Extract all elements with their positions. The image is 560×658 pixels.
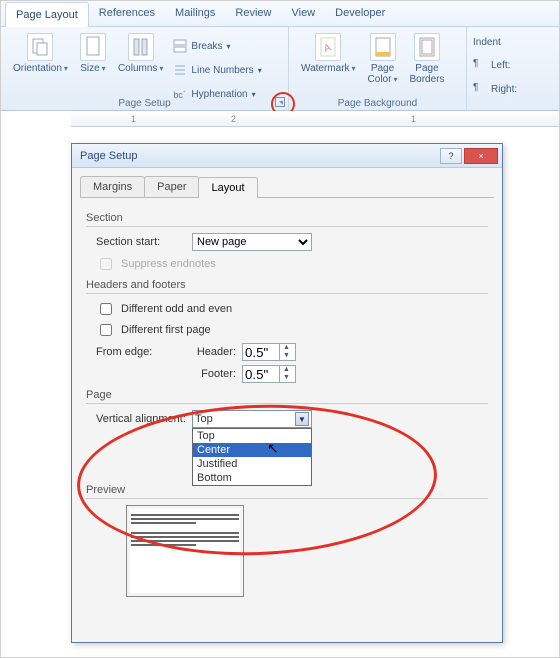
page-color-icon — [370, 33, 396, 61]
indent-left[interactable]: ¶ Left: — [473, 58, 553, 72]
diff-odd-even-label: Different odd and even — [121, 303, 232, 315]
tab-paper[interactable]: Paper — [144, 176, 199, 197]
line-numbers-label: Line Numbers — [191, 65, 253, 76]
tab-review[interactable]: Review — [225, 1, 281, 26]
tab-developer[interactable]: Developer — [325, 1, 395, 26]
watermark-button[interactable]: A Watermark — [295, 31, 362, 87]
ribbon-tabs: Page Layout References Mailings Review V… — [1, 1, 559, 27]
page-setup-dialog: Page Setup ? × Margins Paper Layout Sect… — [71, 143, 503, 643]
line-numbers-icon — [173, 63, 187, 77]
orientation-label: Orientation — [13, 63, 68, 74]
diff-first-page-check[interactable]: Different first page — [86, 321, 488, 339]
ruler: 1 2 1 — [71, 111, 559, 127]
tab-margins[interactable]: Margins — [80, 176, 145, 197]
preview-thumb — [126, 505, 244, 597]
dropdown-arrow-icon[interactable]: ▼ — [295, 412, 309, 426]
dialog-body: Section Section start: New page Suppress… — [72, 198, 502, 605]
diff-first-page-label: Different first page — [121, 324, 211, 336]
breaks-icon — [173, 39, 187, 53]
va-selected-value: Top — [195, 413, 213, 425]
ruler-mark: 2 — [231, 114, 236, 124]
line-numbers-button[interactable]: Line Numbers▾ — [173, 63, 261, 77]
indent-right-label: Right: — [491, 84, 517, 95]
breaks-button[interactable]: Breaks▾ — [173, 39, 261, 53]
footer-value[interactable] — [243, 366, 279, 382]
page-color-button[interactable]: Page Color — [362, 31, 404, 87]
diff-odd-even-check[interactable]: Different odd and even — [86, 300, 488, 318]
indent-left-label: Left: — [491, 60, 510, 71]
va-label: Vertical alignment: — [86, 413, 186, 425]
page-borders-button[interactable]: Page Borders — [403, 31, 450, 87]
vertical-alignment-select[interactable]: Top ▼ — [192, 410, 312, 428]
va-option-justified[interactable]: Justified — [193, 457, 311, 471]
hf-title: Headers and footers — [86, 279, 488, 291]
size-label: Size — [80, 63, 105, 74]
tab-references[interactable]: References — [89, 1, 165, 26]
size-button[interactable]: Size — [74, 31, 112, 105]
page-borders-icon — [414, 33, 440, 61]
section-start-label: Section start: — [86, 236, 186, 248]
columns-button[interactable]: Columns — [112, 31, 169, 105]
ribbon-body: Orientation Size Columns Breaks▾ Line Nu… — [1, 27, 559, 111]
indent-right-icon: ¶ — [473, 82, 487, 96]
suppress-endnotes-check: Suppress endnotes — [86, 255, 488, 273]
tab-view[interactable]: View — [281, 1, 325, 26]
dialog-tabs: Margins Paper Layout — [80, 176, 494, 198]
tab-mailings[interactable]: Mailings — [165, 1, 225, 26]
ruler-mark: 1 — [131, 114, 136, 124]
va-option-center[interactable]: Center — [193, 443, 311, 457]
breaks-label: Breaks — [191, 41, 222, 52]
group-page-setup: Orientation Size Columns Breaks▾ Line Nu… — [1, 27, 289, 110]
cursor-icon: ↖ — [267, 440, 279, 457]
columns-icon — [128, 33, 154, 61]
orientation-button[interactable]: Orientation — [7, 31, 74, 105]
page-color-label: Page Color — [368, 63, 398, 85]
indent-left-icon: ¶ — [473, 58, 487, 72]
group-label-page-background: Page Background — [289, 98, 466, 109]
va-dropdown-list: Top Center Justified Bottom — [192, 428, 312, 486]
help-button[interactable]: ? — [440, 148, 462, 164]
header-label: Header: — [192, 346, 236, 358]
section-start-select[interactable]: New page — [192, 233, 312, 251]
page-borders-label: Page Borders — [409, 63, 444, 85]
from-edge-label: From edge: — [86, 346, 186, 358]
section-title: Section — [86, 212, 488, 224]
va-option-top[interactable]: Top — [193, 429, 311, 443]
va-option-bottom[interactable]: Bottom — [193, 471, 311, 485]
indent-header: Indent — [473, 37, 553, 48]
group-paragraph: Indent ¶ Left: ¶ Right: — [467, 27, 559, 110]
ruler-mark: 1 — [411, 114, 416, 124]
group-page-background: A Watermark Page Color Page Borders Page… — [289, 27, 467, 110]
orientation-icon — [27, 33, 53, 61]
close-button[interactable]: × — [464, 148, 498, 164]
footer-label: Footer: — [192, 368, 236, 380]
tab-page-layout[interactable]: Page Layout — [5, 2, 89, 27]
size-icon — [80, 33, 106, 61]
header-value[interactable] — [243, 344, 279, 360]
footer-spinner[interactable]: ▲▼ — [242, 365, 296, 383]
tab-layout[interactable]: Layout — [198, 177, 257, 198]
watermark-label: Watermark — [301, 63, 356, 74]
header-spinner[interactable]: ▲▼ — [242, 343, 296, 361]
dialog-title: Page Setup — [76, 150, 438, 162]
page-setup-launcher[interactable] — [275, 97, 285, 107]
indent-right[interactable]: ¶ Right: — [473, 82, 553, 96]
columns-label: Columns — [118, 63, 163, 74]
dialog-titlebar[interactable]: Page Setup ? × — [72, 144, 502, 168]
group-label-page-setup: Page Setup — [1, 98, 288, 109]
page-title: Page — [86, 389, 488, 401]
watermark-icon: A — [315, 33, 341, 61]
suppress-endnotes-label: Suppress endnotes — [121, 258, 216, 270]
